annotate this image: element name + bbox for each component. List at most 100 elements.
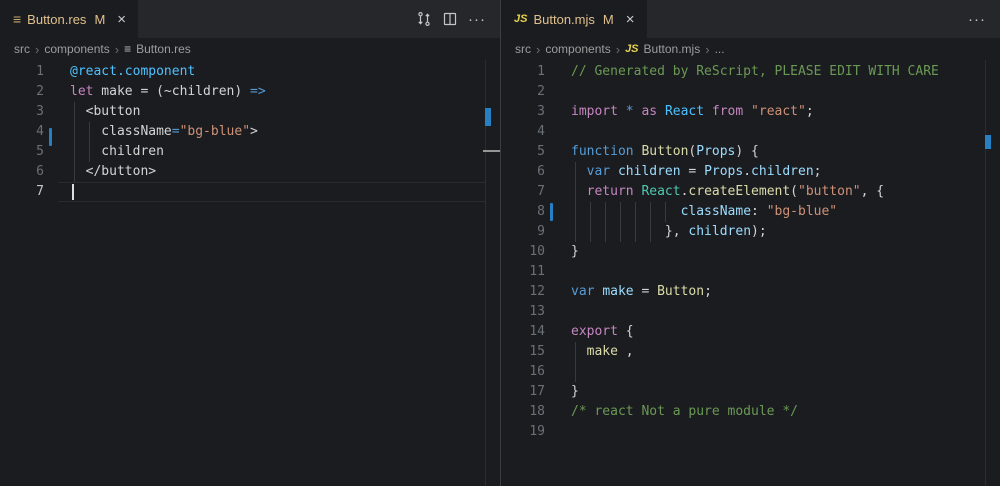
breadcrumb-item-src[interactable]: src xyxy=(515,42,531,56)
overview-ruler-modified-marker[interactable] xyxy=(485,108,491,126)
indent-guide xyxy=(74,102,75,182)
indent-guide xyxy=(635,202,636,222)
overview-ruler-border xyxy=(985,60,986,486)
code-line[interactable]: 3import * as React from "react"; xyxy=(501,102,1000,122)
line-number: 16 xyxy=(501,362,545,382)
code-text: }, children); xyxy=(571,222,767,242)
close-icon[interactable]: × xyxy=(117,12,126,27)
breadcrumb-item-components[interactable]: components xyxy=(545,42,610,56)
line-number: 5 xyxy=(0,142,44,162)
editor-pane-right: JS Button.mjs M × ··· src › components ›… xyxy=(501,0,1000,486)
current-line-highlight xyxy=(58,182,485,202)
overview-ruler-cursor-marker[interactable] xyxy=(483,150,500,152)
breadcrumb-item-symbol[interactable]: ... xyxy=(715,42,725,56)
line-number: 13 xyxy=(501,302,545,322)
line-number: 3 xyxy=(501,102,545,122)
code-text: function Button(Props) { xyxy=(571,142,759,162)
indent-guide xyxy=(575,342,576,382)
code-line[interactable]: 13 xyxy=(501,302,1000,322)
code-line[interactable]: 18/* react Not a pure module */ xyxy=(501,402,1000,422)
editor-actions: ··· xyxy=(416,0,500,38)
more-actions-icon[interactable]: ··· xyxy=(468,11,486,28)
rescript-file-icon: ≡ xyxy=(13,12,21,26)
chevron-right-icon: › xyxy=(536,42,540,57)
code-text: let make = (~children) => xyxy=(70,82,266,102)
indent-guide xyxy=(590,202,591,222)
indent-guide xyxy=(620,202,621,222)
overview-ruler-modified-marker[interactable] xyxy=(985,135,991,149)
code-line[interactable]: 4 xyxy=(501,122,1000,142)
javascript-file-icon: JS xyxy=(625,44,638,55)
line-number: 6 xyxy=(501,162,545,182)
code-line[interactable]: 6 </button> xyxy=(0,162,500,182)
line-number: 4 xyxy=(0,122,44,142)
line-number: 11 xyxy=(501,262,545,282)
code-editor-right[interactable]: 1 // Generated by ReScript, PLEASE EDIT W… xyxy=(501,60,1000,486)
code-text: var make = Button; xyxy=(571,282,712,302)
line-number: 15 xyxy=(501,342,545,362)
tab-button-res[interactable]: ≡ Button.res M × xyxy=(0,0,138,38)
close-icon[interactable]: × xyxy=(626,12,635,27)
code-text: <button xyxy=(70,102,140,122)
code-line[interactable]: 2 xyxy=(501,82,1000,102)
line-number: 5 xyxy=(501,142,545,162)
breadcrumb-item-file[interactable]: Button.mjs xyxy=(644,42,701,56)
code-line[interactable]: 10} xyxy=(501,242,1000,262)
text-cursor xyxy=(72,184,74,200)
code-line[interactable]: 17} xyxy=(501,382,1000,402)
tab-button-mjs[interactable]: JS Button.mjs M × xyxy=(501,0,647,38)
code-editor-left[interactable]: 1@react.component2 let make = (~children)… xyxy=(0,60,500,486)
code-line[interactable]: 11 xyxy=(501,262,1000,282)
code-line[interactable]: 5 children xyxy=(0,142,500,162)
code-text: className: "bg-blue" xyxy=(571,202,837,222)
code-line[interactable]: 5 function Button(Props) { xyxy=(501,142,1000,162)
code-line[interactable]: 3 <button xyxy=(0,102,500,122)
chevron-right-icon: › xyxy=(115,42,119,57)
code-text: } xyxy=(571,242,579,262)
split-editor-icon[interactable] xyxy=(442,11,458,27)
code-text: make , xyxy=(571,342,634,362)
code-line[interactable]: 1@react.component xyxy=(0,62,500,82)
indent-guide xyxy=(635,222,636,242)
indent-guide xyxy=(605,222,606,242)
line-number: 3 xyxy=(0,102,44,122)
line-number: 2 xyxy=(0,82,44,102)
line-number: 19 xyxy=(501,422,545,442)
indent-guide xyxy=(620,222,621,242)
breadcrumb-item-file[interactable]: Button.res xyxy=(136,42,191,56)
code-line[interactable]: 14export { xyxy=(501,322,1000,342)
line-number: 18 xyxy=(501,402,545,422)
code-line[interactable]: 19 xyxy=(501,422,1000,442)
code-text: children xyxy=(70,142,164,162)
tab-label: Button.res xyxy=(27,12,86,27)
code-text: className="bg-blue"> xyxy=(70,122,258,142)
code-text: var children = Props.children; xyxy=(571,162,822,182)
indent-guide xyxy=(650,222,651,242)
code-text: </button> xyxy=(70,162,156,182)
line-number: 9 xyxy=(501,222,545,242)
code-line[interactable]: 1 // Generated by ReScript, PLEASE EDIT W… xyxy=(501,62,1000,82)
chevron-right-icon: › xyxy=(616,42,620,57)
code-line[interactable]: 4 className="bg-blue"> xyxy=(0,122,500,142)
line-number: 7 xyxy=(501,182,545,202)
indent-guide xyxy=(650,202,651,222)
line-number: 1 xyxy=(501,62,545,82)
indent-guide xyxy=(590,222,591,242)
rescript-file-icon: ≡ xyxy=(124,43,131,55)
breadcrumb-item-components[interactable]: components xyxy=(44,42,109,56)
line-number: 4 xyxy=(501,122,545,142)
code-line[interactable]: 12var make = Button; xyxy=(501,282,1000,302)
code-text: export { xyxy=(571,322,634,342)
code-line[interactable]: 2 let make = (~children) => xyxy=(0,82,500,102)
open-changes-icon[interactable] xyxy=(416,11,432,27)
code-text: // Generated by ReScript, PLEASE EDIT WI… xyxy=(571,62,939,82)
pane-divider[interactable] xyxy=(500,0,501,486)
vscode-editor-window: ≡ Button.res M × xyxy=(0,0,1000,486)
gutter-modified-indicator xyxy=(550,203,553,221)
modified-badge: M xyxy=(603,12,614,27)
more-actions-icon[interactable]: ··· xyxy=(968,11,986,28)
breadcrumb-item-src[interactable]: src xyxy=(14,42,30,56)
breadcrumb: src › components › ≡ Button.res xyxy=(0,38,500,60)
code-text: @react.component xyxy=(70,62,195,82)
line-number: 17 xyxy=(501,382,545,402)
